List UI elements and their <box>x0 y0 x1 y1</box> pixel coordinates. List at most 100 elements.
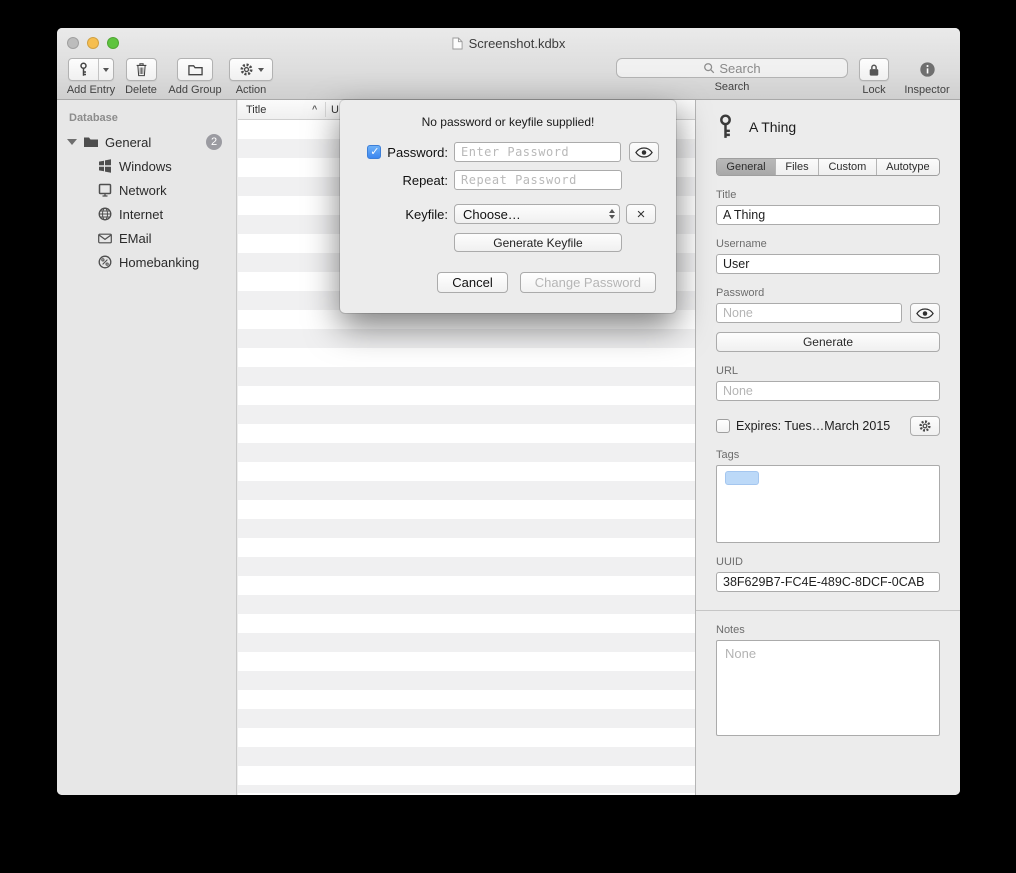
gear-icon <box>918 419 932 433</box>
keyfile-label: Keyfile: <box>405 207 448 222</box>
key-icon <box>716 114 735 140</box>
sidebar-header: Database <box>57 108 236 130</box>
popup-stepper-icon <box>609 209 615 219</box>
eye-icon <box>916 308 934 319</box>
generate-keyfile-button[interactable]: Generate Keyfile <box>454 233 622 252</box>
sidebar-item-internet[interactable]: Internet <box>57 202 236 226</box>
info-icon <box>919 61 936 78</box>
count-badge: 2 <box>206 134 222 150</box>
notes-field[interactable]: None <box>716 640 940 736</box>
keyfile-value: Choose… <box>463 207 609 222</box>
enter-password-input[interactable] <box>454 142 621 162</box>
password-checkbox[interactable] <box>367 145 381 159</box>
lock-button[interactable] <box>859 58 889 81</box>
repeat-row: Repeat: <box>360 170 656 190</box>
coin-icon <box>97 254 113 270</box>
dialog-message: No password or keyfile supplied! <box>340 100 676 129</box>
notes-label: Notes <box>716 624 940 636</box>
generate-password-button[interactable]: Generate <box>716 332 940 352</box>
username-field[interactable] <box>716 254 940 274</box>
reveal-password-button[interactable] <box>910 303 940 323</box>
expires-settings-button[interactable] <box>910 416 940 436</box>
add-group-label: Add Group <box>168 84 221 96</box>
windows-icon <box>97 158 113 174</box>
username-label: Username <box>716 238 940 250</box>
keyfile-popup[interactable]: Choose… <box>454 204 620 224</box>
sidebar-item-network[interactable]: Network <box>57 178 236 202</box>
chevron-down-icon <box>258 68 264 72</box>
sidebar-item-label: Network <box>119 183 167 198</box>
chevron-down-icon[interactable] <box>98 59 113 80</box>
window-title: Screenshot.kdbx <box>469 36 566 51</box>
change-password-button[interactable]: Change Password <box>520 272 656 293</box>
repeat-password-input[interactable] <box>454 170 622 190</box>
toolbar-item-lock: Lock <box>854 58 894 96</box>
sidebar-item-windows[interactable]: Windows <box>57 154 236 178</box>
inspector-label: Inspector <box>904 84 949 96</box>
add-entry-button[interactable] <box>68 58 114 81</box>
tag-chip[interactable] <box>725 471 759 485</box>
expires-checkbox[interactable] <box>716 419 730 433</box>
title-field[interactable] <box>716 205 940 225</box>
entry-title: A Thing <box>749 119 796 135</box>
close-button[interactable] <box>67 37 79 49</box>
trash-icon <box>135 62 148 77</box>
tags-field[interactable] <box>716 465 940 543</box>
column-header-title[interactable]: Title <box>246 104 266 116</box>
sidebar-item-label: General <box>105 135 151 150</box>
search-input[interactable]: Search <box>616 58 848 78</box>
folder-icon <box>83 134 99 150</box>
sidebar-item-label: EMail <box>119 231 152 246</box>
disclosure-triangle-icon[interactable] <box>67 139 77 145</box>
expires-label: Expires: Tues…March 2015 <box>736 419 904 433</box>
title-label: Title <box>716 189 940 201</box>
add-group-button[interactable] <box>177 58 213 81</box>
gear-icon <box>239 62 254 77</box>
eye-icon <box>635 147 653 158</box>
document-icon <box>452 37 463 50</box>
uuid-field[interactable] <box>716 572 940 592</box>
password-row: Password: <box>360 142 656 162</box>
envelope-icon <box>97 230 113 246</box>
lock-label: Lock <box>862 84 885 96</box>
minimize-button[interactable] <box>87 37 99 49</box>
tab-files[interactable]: Files <box>775 159 818 175</box>
sort-ascending-icon: ^ <box>312 104 317 114</box>
search-placeholder: Search <box>719 61 760 76</box>
sidebar-item-email[interactable]: EMail <box>57 226 236 250</box>
tab-custom[interactable]: Custom <box>818 159 876 175</box>
sidebar-item-homebanking[interactable]: Homebanking <box>57 250 236 274</box>
url-field[interactable] <box>716 381 940 401</box>
tab-autotype[interactable]: Autotype <box>876 159 939 175</box>
tab-general[interactable]: General <box>717 159 775 175</box>
sidebar: Database General 2 Windows Network <box>57 100 237 795</box>
dialog-buttons: Cancel Change Password <box>360 272 656 293</box>
inspector-button[interactable] <box>919 58 936 81</box>
toolbar-item-delete: Delete <box>119 58 163 96</box>
close-icon: × <box>637 207 646 222</box>
window-title-area: Screenshot.kdbx <box>177 28 840 58</box>
sidebar-item-general[interactable]: General 2 <box>57 130 236 154</box>
toolbar-item-search: Search Search <box>616 58 848 93</box>
keyfile-row: Keyfile: Choose… × <box>360 204 656 224</box>
key-icon <box>69 59 98 80</box>
reveal-password-button[interactable] <box>629 142 659 162</box>
traffic-lights <box>67 37 119 49</box>
column-header-username[interactable]: U <box>331 104 339 116</box>
inspector-divider <box>696 610 960 611</box>
cancel-button[interactable]: Cancel <box>437 272 507 293</box>
inspector-tabs: General Files Custom Autotype <box>716 158 940 176</box>
clear-keyfile-button[interactable]: × <box>626 204 656 224</box>
desktop: { "window": { "title": "Screenshot.kdbx"… <box>0 0 1016 873</box>
lock-icon <box>868 63 880 77</box>
delete-button[interactable] <box>126 58 157 81</box>
folder-plus-icon <box>188 64 203 76</box>
column-divider[interactable] <box>325 102 326 117</box>
repeat-label: Repeat: <box>402 173 448 188</box>
password-field[interactable] <box>716 303 902 323</box>
url-label: URL <box>716 365 940 377</box>
zoom-button[interactable] <box>107 37 119 49</box>
window-chrome: Screenshot.kdbx Add Entry Delete <box>57 28 960 100</box>
action-button[interactable] <box>229 58 273 81</box>
search-icon <box>703 62 715 74</box>
